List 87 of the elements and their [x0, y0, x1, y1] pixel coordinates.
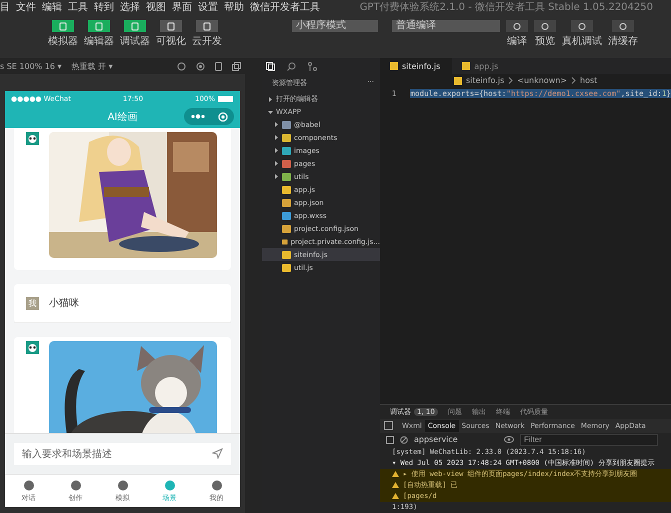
- hot-reload-select[interactable]: 热重载 开 ▾: [72, 60, 113, 72]
- mode-toggle[interactable]: [160, 20, 182, 32]
- breadcrumb-item[interactable]: siteinfo.js: [466, 76, 504, 85]
- chevron-icon: [508, 77, 514, 84]
- caret-icon: [274, 122, 279, 127]
- mode-label: 编辑器: [84, 34, 114, 48]
- menu-item[interactable]: 编辑: [42, 0, 62, 14]
- tab-icon: [70, 480, 82, 490]
- tab-icon: [164, 480, 176, 490]
- panda-avatar-icon: [26, 341, 39, 354]
- mode-toggle[interactable]: [124, 20, 146, 32]
- clear-icon[interactable]: [400, 436, 408, 444]
- menu-item[interactable]: 选择: [120, 0, 140, 14]
- menu-item[interactable]: 视图: [146, 0, 166, 14]
- refresh-icon[interactable]: [177, 62, 186, 70]
- action-button[interactable]: [534, 20, 556, 32]
- circle-icon: [577, 22, 587, 30]
- send-icon[interactable]: [212, 448, 223, 459]
- action-button[interactable]: [612, 20, 634, 32]
- chevron-icon: [571, 77, 576, 84]
- mode-toggle[interactable]: [52, 20, 74, 32]
- mode-dropdown[interactable]: 小程序模式: [292, 20, 378, 32]
- eye-icon[interactable]: [504, 436, 514, 444]
- panda-avatar-icon: [26, 132, 39, 145]
- editor-tab[interactable]: siteinfo.js: [380, 58, 452, 74]
- device-select[interactable]: s SE 100% 16 ▾: [0, 62, 62, 70]
- tab-icon: [116, 480, 128, 490]
- circle-icon: [540, 22, 550, 30]
- menu-item[interactable]: 界面: [172, 0, 192, 14]
- mode-label: 调试器: [120, 34, 150, 48]
- more-icon[interactable]: [190, 114, 204, 119]
- editor-tab[interactable]: app.js: [452, 58, 510, 74]
- menu-item[interactable]: 目: [0, 0, 10, 14]
- inspect-icon[interactable]: [384, 421, 393, 430]
- branch-icon[interactable]: [308, 62, 317, 70]
- breadcrumb-item[interactable]: host: [580, 76, 598, 85]
- menu-item[interactable]: 文件: [16, 0, 36, 14]
- circle-icon: [512, 22, 522, 30]
- menu-item[interactable]: 工具: [68, 0, 88, 14]
- message-text: 小猫咪: [49, 296, 79, 310]
- record-icon[interactable]: [196, 62, 205, 70]
- action-button[interactable]: [506, 20, 528, 32]
- tab-icon: [22, 480, 34, 490]
- action-label: 真机调试: [562, 34, 602, 48]
- battery-icon: [218, 96, 234, 102]
- search-icon[interactable]: [287, 62, 296, 70]
- menu-item[interactable]: 设置: [198, 0, 218, 14]
- capsule-menu[interactable]: [184, 108, 234, 125]
- mode-label: 云开发: [192, 35, 222, 48]
- caret-icon: [274, 148, 279, 153]
- caret-icon: [268, 110, 273, 114]
- caret-icon: [274, 174, 279, 179]
- action-button[interactable]: [571, 20, 593, 32]
- menu-item[interactable]: 转到: [94, 0, 114, 14]
- action-label: 预览: [535, 35, 555, 48]
- caret-icon: [268, 96, 273, 102]
- mode-label: 模拟器: [48, 34, 78, 48]
- caret-icon: [274, 135, 279, 140]
- device-icon: [130, 22, 140, 30]
- tab-icon: [210, 480, 222, 490]
- sidebar-icon[interactable]: [386, 436, 394, 444]
- filter-field[interactable]: Filter: [520, 434, 658, 446]
- caret-icon: [274, 161, 279, 166]
- prompt-field[interactable]: 输入要求和场景描述: [14, 443, 231, 465]
- action-label: 清缓存: [608, 34, 638, 48]
- phone-icon[interactable]: [215, 62, 222, 70]
- action-label: 编译: [507, 34, 527, 48]
- user-avatar: 我: [26, 296, 39, 310]
- device-icon: [202, 22, 212, 30]
- compile-dropdown[interactable]: 普通编译: [392, 20, 500, 32]
- device-icon: [58, 22, 68, 30]
- context-select[interactable]: appservice: [414, 435, 498, 444]
- mode-toggle[interactable]: [88, 20, 110, 32]
- js-file-icon: [390, 62, 398, 70]
- device-icon: [166, 22, 176, 30]
- menu-item[interactable]: 帮助: [224, 0, 244, 14]
- close-icon[interactable]: [218, 112, 228, 122]
- breadcrumb-item[interactable]: <unknown>: [517, 76, 568, 85]
- window-icon[interactable]: [232, 62, 241, 70]
- page-title: AI绘画: [108, 111, 138, 124]
- files-icon[interactable]: [266, 62, 275, 70]
- mode-label: 可视化: [156, 34, 186, 48]
- circle-icon: [618, 22, 628, 30]
- mode-toggle[interactable]: [196, 20, 218, 32]
- menu-item[interactable]: 微信开发者工具: [250, 0, 320, 14]
- device-icon: [94, 22, 104, 30]
- window-title: GPT付费体验系统2.1.0 - 微信开发者工具 Stable 1.05.2204250: [360, 0, 653, 14]
